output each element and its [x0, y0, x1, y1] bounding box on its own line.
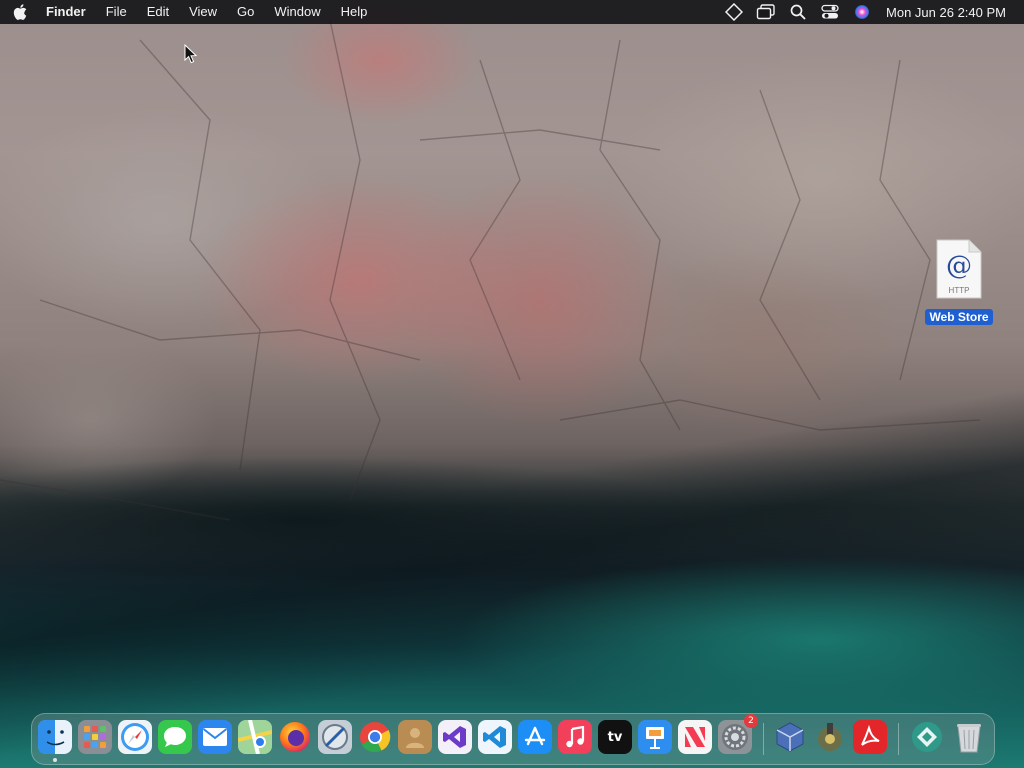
- notification-badge: 2: [744, 714, 758, 728]
- dock-divider: [763, 723, 764, 755]
- menu-view[interactable]: View: [179, 0, 227, 24]
- screen-mirroring-icon[interactable]: [750, 0, 782, 24]
- dock-music-icon[interactable]: [558, 720, 592, 754]
- desktop-file-web-store[interactable]: @ HTTP Web Store: [922, 238, 996, 325]
- dock-downloads-stack-icon[interactable]: [910, 720, 944, 754]
- dock-contacts-icon[interactable]: [398, 720, 432, 754]
- dock-acrobat-icon[interactable]: [853, 720, 887, 754]
- dock-visual-studio-icon[interactable]: [438, 720, 472, 754]
- spotlight-search-icon[interactable]: [782, 0, 814, 24]
- menu-window[interactable]: Window: [264, 0, 330, 24]
- menu-go[interactable]: Go: [227, 0, 264, 24]
- menu-app-name[interactable]: Finder: [40, 0, 96, 24]
- menu-clock[interactable]: Mon Jun 26 2:40 PM: [878, 5, 1024, 20]
- apple-tv-label: tv: [607, 729, 623, 745]
- running-indicator: [53, 758, 57, 762]
- menu-edit[interactable]: Edit: [137, 0, 179, 24]
- dock-system-settings-icon[interactable]: 2: [718, 714, 758, 754]
- dock-news-icon[interactable]: [678, 720, 712, 754]
- apple-logo-icon[interactable]: [0, 0, 40, 24]
- doc-caption: HTTP: [948, 286, 970, 295]
- dock-launchpad-icon[interactable]: [78, 720, 112, 754]
- stage-diamond-icon[interactable]: [718, 0, 750, 24]
- dock-finder-icon[interactable]: [38, 720, 72, 754]
- dock-app-store-icon[interactable]: [518, 720, 552, 754]
- dock-chrome-icon[interactable]: [358, 720, 392, 754]
- menu-file[interactable]: File: [96, 0, 137, 24]
- dock-divider: [898, 723, 899, 755]
- dock: tv 2: [31, 713, 995, 765]
- menu-help[interactable]: Help: [331, 0, 378, 24]
- menu-bar: Finder File Edit View Go Window Help Mon…: [0, 0, 1024, 24]
- doc-symbol: @: [946, 251, 972, 281]
- dock-archive-utility-icon[interactable]: [813, 720, 847, 754]
- siri-icon[interactable]: [846, 0, 878, 24]
- dock-safari-icon[interactable]: [118, 720, 152, 754]
- dock-virtualbox-icon[interactable]: [773, 720, 807, 754]
- control-center-icon[interactable]: [814, 0, 846, 24]
- dock-mail-icon[interactable]: [198, 720, 232, 754]
- mouse-pointer-icon: [184, 44, 198, 64]
- dock-maps-icon[interactable]: [238, 720, 272, 754]
- desktop-wallpaper: [0, 0, 1024, 768]
- dock-network-utility-icon[interactable]: [318, 720, 352, 754]
- dock-trash-icon[interactable]: [952, 720, 986, 754]
- dock-keynote-icon[interactable]: [638, 720, 672, 754]
- dock-firefox-icon[interactable]: [278, 720, 312, 754]
- dock-messages-icon[interactable]: [158, 720, 192, 754]
- dock-vscode-icon[interactable]: [478, 720, 512, 754]
- dock-apple-tv-icon[interactable]: tv: [598, 720, 632, 754]
- desktop-file-label: Web Store: [925, 309, 993, 325]
